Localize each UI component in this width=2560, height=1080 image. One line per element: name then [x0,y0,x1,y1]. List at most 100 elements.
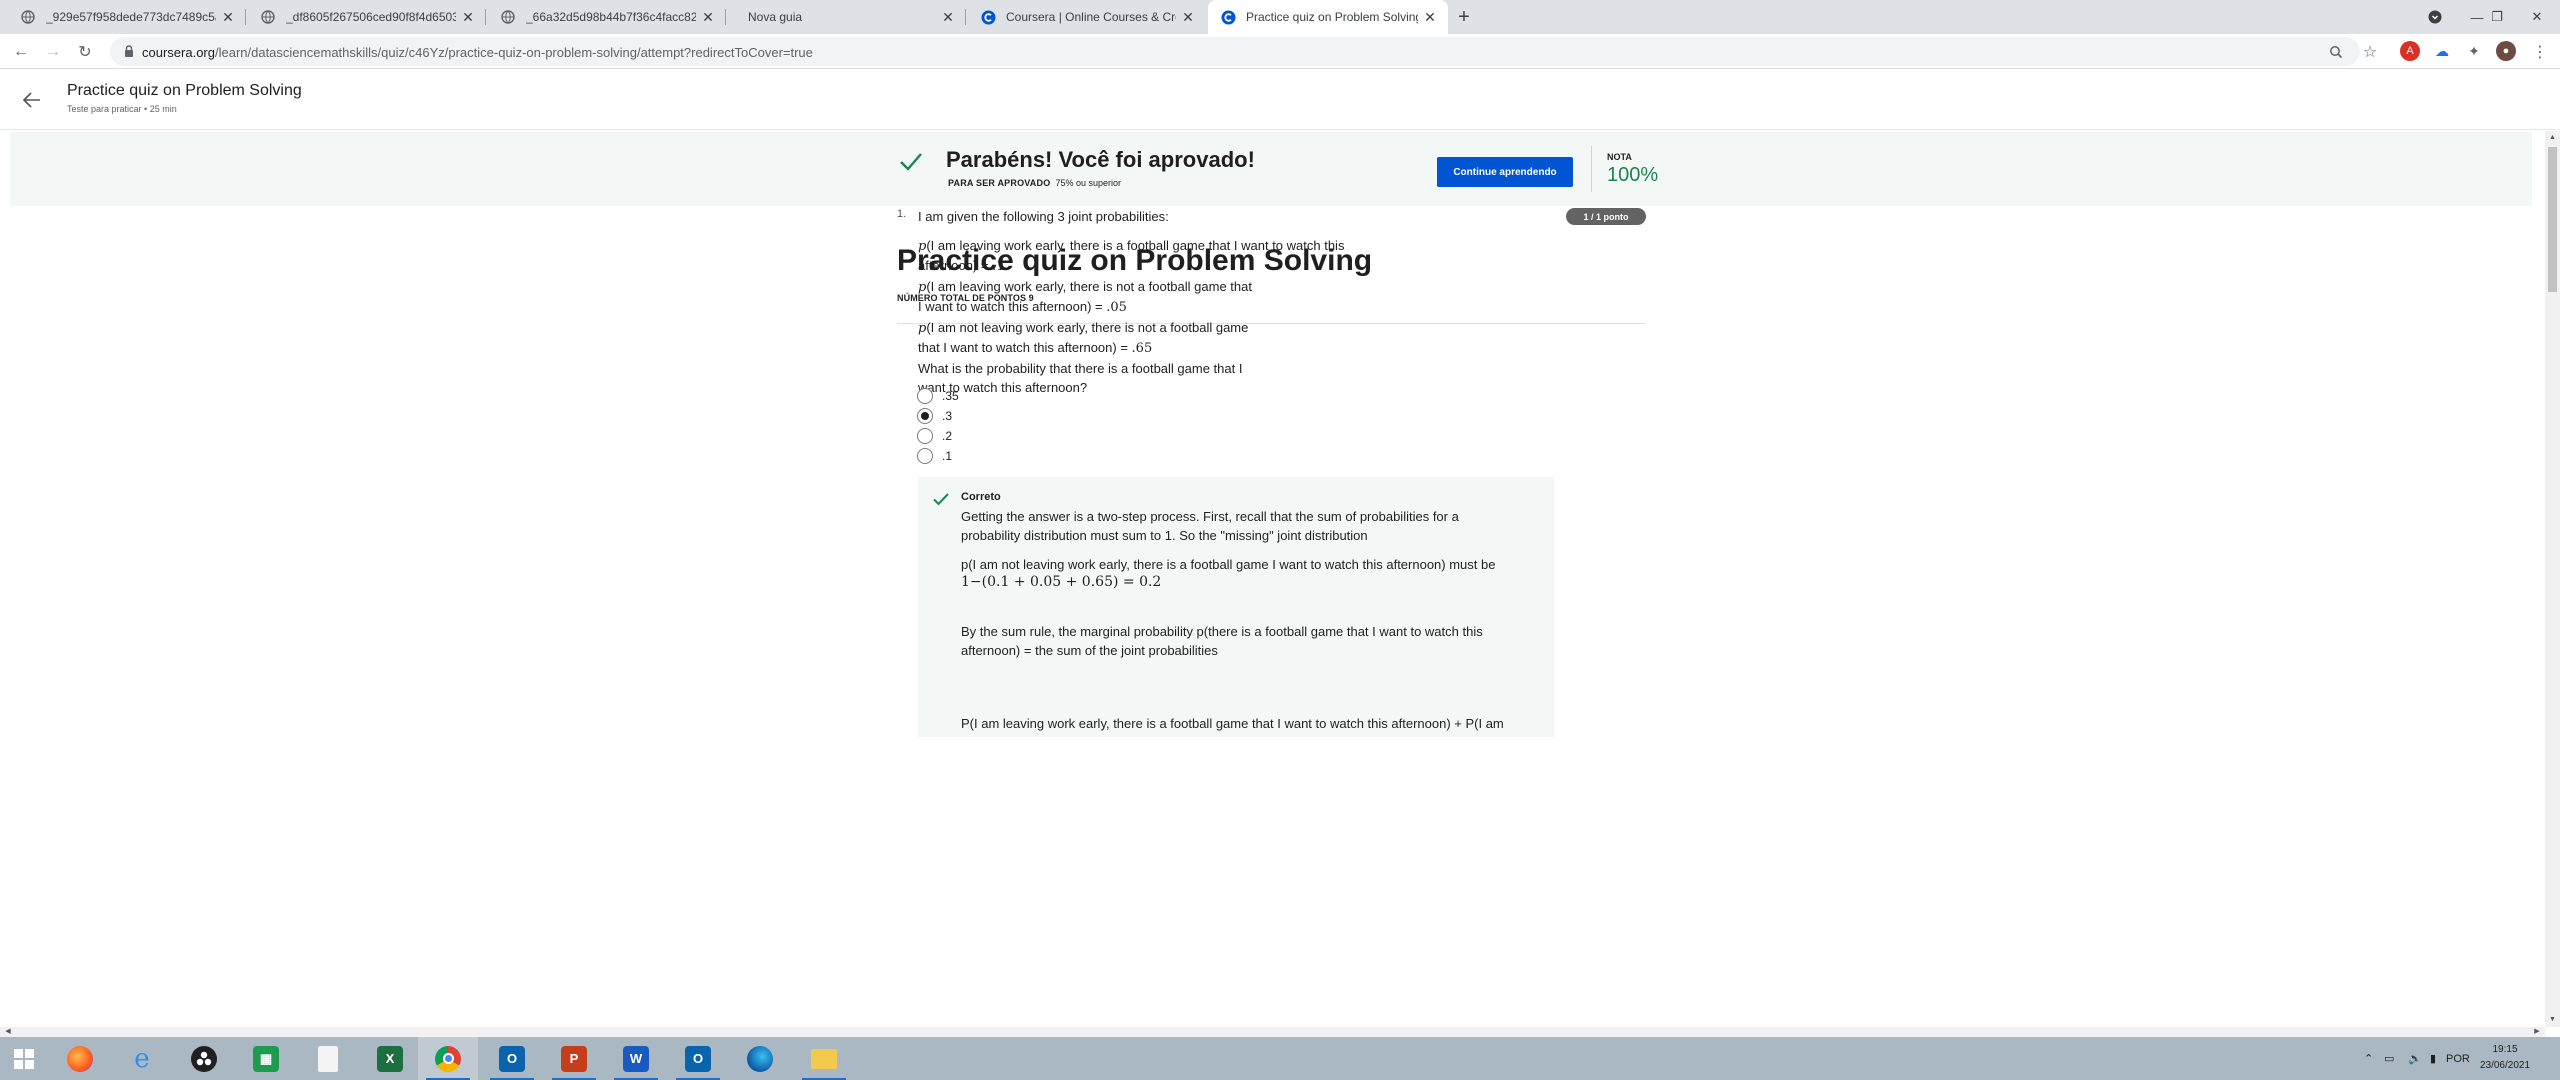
chrome-icon[interactable] [418,1037,478,1080]
pass-value: 75% ou superior [1055,178,1121,188]
clock-date: 23/06/2021 [2479,1060,2531,1071]
outlook-icon[interactable]: O [482,1037,542,1080]
feedback-label: Correto [961,491,1001,503]
pass-banner: Parabéns! Você foi aprovado! PARA SER AP… [10,132,2532,206]
url-host: coursera.org [142,45,215,60]
tab-close-icon[interactable]: ✕ [460,9,476,25]
zoom-icon[interactable] [2326,42,2346,62]
scroll-up-icon[interactable]: ▲ [2548,133,2557,143]
back-icon[interactable]: ← [7,38,35,66]
internet-explorer-icon[interactable]: e [112,1037,172,1080]
probability-statement: p(I am not leaving work early, there is … [918,318,1298,358]
obs-icon[interactable] [174,1037,234,1080]
tab-title: _66a32d5d98b44b7f36c4facc82... [526,10,696,24]
menu-kebab-icon[interactable]: ⋮ [2526,38,2554,66]
statement-value: .1 [992,259,1005,274]
radio-button[interactable] [917,428,933,444]
tab-title: _df8605f267506ced90f8f4d6503... [286,10,456,24]
tab-close-icon[interactable]: ✕ [700,9,716,25]
browser-tab[interactable]: _df8605f267506ced90f8f4d6503... ✕ [248,0,486,34]
scroll-right-icon[interactable]: ▶ [2531,1027,2543,1037]
edge-icon[interactable] [730,1037,790,1080]
browser-tab[interactable]: _66a32d5d98b44b7f36c4facc82... ✕ [488,0,726,34]
header-title: Practice quiz on Problem Solving [67,82,302,99]
volume-icon[interactable]: 🔈 [2408,1037,2422,1080]
answer-option-selected[interactable]: .3 [917,406,952,426]
url-text[interactable]: coursera.org/learn/datasciencemathskills… [142,45,813,60]
restore-icon[interactable]: ❐ [2478,0,2516,34]
radio-button[interactable] [917,388,933,404]
firefox-icon[interactable] [50,1037,110,1080]
address-bar[interactable]: coursera.org/learn/datasciencemathskills… [110,37,2360,66]
answer-option[interactable]: .2 [917,426,952,446]
grade-value: 100% [1607,164,1659,186]
globe-icon [20,9,36,25]
browser-tab[interactable]: _929e57f958dede773dc7489c5a... ✕ [8,0,246,34]
close-window-icon[interactable]: ✕ [2518,0,2556,34]
tab-close-icon[interactable]: ✕ [1180,9,1196,25]
tab-close-icon[interactable]: ✕ [940,9,956,25]
back-arrow-icon[interactable] [20,88,44,112]
feedback-panel: Correto Getting the answer is a two-step… [918,477,1554,737]
answer-option[interactable]: .1 [917,446,952,466]
tab-close-icon[interactable]: ✕ [220,9,236,25]
extensions-puzzle-icon[interactable]: ✦ [2464,41,2484,61]
points-badge: 1 / 1 ponto [1566,208,1646,225]
option-label: .35 [942,389,959,403]
forward-icon[interactable]: → [39,38,67,66]
radio-button[interactable] [917,448,933,464]
outlook-icon[interactable]: O [668,1037,728,1080]
content-area[interactable]: Parabéns! Você foi aprovado! PARA SER AP… [0,131,2560,1027]
divider [1591,146,1592,192]
tab-search-icon[interactable] [2416,0,2454,34]
excel-icon[interactable]: X [360,1037,420,1080]
extension-badge-icon[interactable]: A [2400,41,2420,61]
file-explorer-icon[interactable] [794,1037,854,1080]
powerpoint-icon[interactable]: P [544,1037,604,1080]
statement-value: .65 [1131,341,1153,356]
file-icon[interactable] [298,1037,358,1080]
tab-close-icon[interactable]: ✕ [1422,9,1438,25]
word-icon[interactable]: W [606,1037,666,1080]
scroll-down-icon[interactable]: ▼ [2548,1015,2557,1025]
scroll-left-icon[interactable]: ◀ [2,1027,14,1037]
lock-icon [122,44,138,60]
page-header: Practice quiz on Problem Solving Teste p… [0,70,2560,130]
reload-icon[interactable]: ↻ [71,38,99,66]
coursera-icon [1220,9,1236,25]
clock[interactable]: 19:15 23/06/2021 [2470,1042,2540,1074]
pass-label: PARA SER APROVADO [948,178,1051,188]
browser-tab-active[interactable]: Practice quiz on Problem Solving ✕ [1208,0,1448,34]
bookmark-star-icon[interactable]: ☆ [2356,38,2384,66]
show-hidden-icons-icon[interactable]: ⌃ [2364,1037,2373,1080]
globe-icon [500,9,516,25]
vertical-scrollbar[interactable]: ▲ ▼ [2545,131,2560,1027]
option-label: .1 [942,449,953,463]
windows-start-icon[interactable] [0,1037,48,1080]
battery-icon[interactable]: ▭ [2384,1037,2394,1080]
cloud-extension-icon[interactable]: ☁ [2432,41,2452,61]
continue-learning-button[interactable]: Continue aprendendo [1437,157,1573,187]
feedback-line: probability distribution must sum to 1. … [961,528,1368,543]
statement-text: afternoon) = [918,258,993,273]
language-indicator[interactable]: POR [2446,1037,2470,1080]
feedback-line: By the sum rule, the marginal probabilit… [961,624,1483,639]
network-icon[interactable]: ▮ [2430,1037,2436,1080]
statement-text: that I want to watch this afternoon) = [918,340,1132,355]
spreadsheet-icon[interactable]: ▦ [236,1037,296,1080]
statement-text: (I am leaving work early, there is a foo… [926,238,1345,253]
answer-option[interactable]: .35 [917,386,959,406]
profile-avatar-icon[interactable]: ● [2496,41,2516,61]
check-icon [898,149,926,177]
scrollbar-thumb[interactable] [2548,147,2557,292]
radio-button-selected[interactable] [917,408,933,424]
new-tab-icon[interactable]: + [1452,5,1476,29]
tab-title: _929e57f958dede773dc7489c5a... [46,10,216,24]
clock-time: 19:15 [2492,1044,2518,1055]
url-path: /learn/datasciencemathskills/quiz/c46Yz/… [214,45,813,60]
browser-tab[interactable]: Coursera | Online Courses & Cre... ✕ [968,0,1206,34]
browser-tab[interactable]: Nova guia ✕ [728,0,966,34]
grade-label: NOTA [1607,152,1632,162]
horizontal-scrollbar[interactable]: ◀ ▶ [0,1027,2545,1037]
feedback-line: afternoon) = the sum of the joint probab… [961,643,1218,658]
